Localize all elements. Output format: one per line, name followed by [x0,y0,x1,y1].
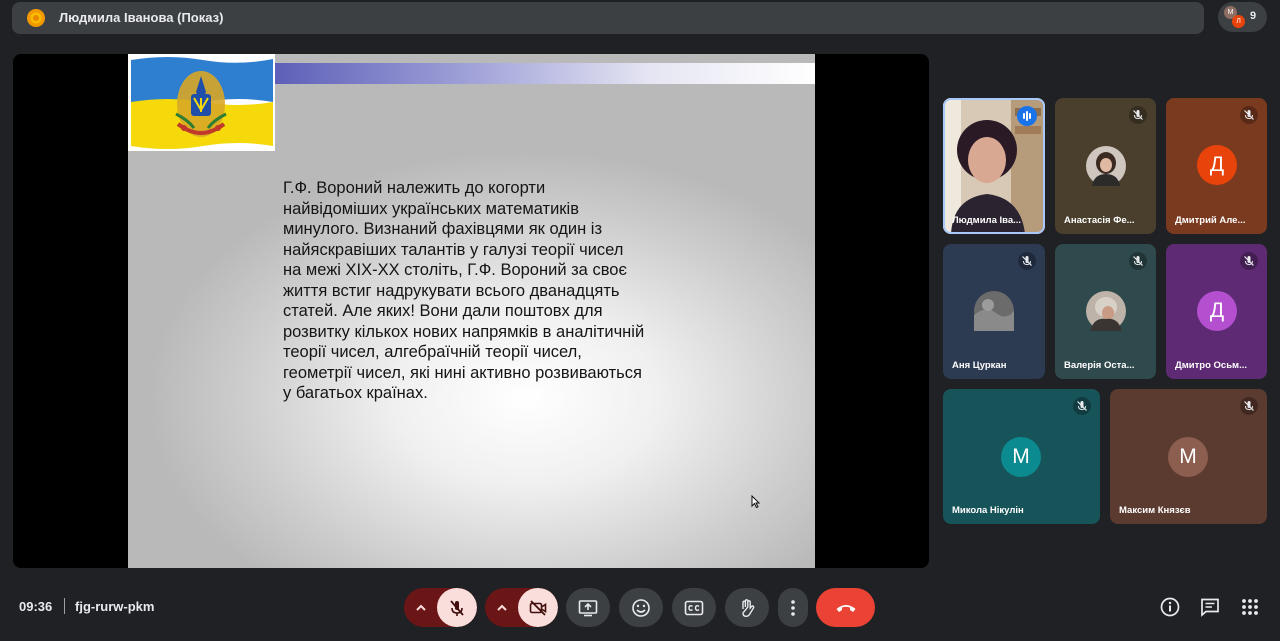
mic-off-icon [1240,397,1258,415]
mic-off-icon [1129,252,1147,270]
camera-control-group [485,588,558,627]
mouse-cursor-icon [751,495,760,508]
mic-off-icon [1240,106,1258,124]
participant-name: Микола Нікулін [952,505,1024,516]
participant-tile[interactable]: Анастасія Фе... [1055,98,1156,234]
mic-control-group [404,588,477,627]
chevron-up-icon [415,604,426,611]
people-count: 9 [1250,10,1257,22]
raise-hand-button[interactable] [725,588,769,627]
speaking-indicator-icon [1017,106,1037,126]
slide-text: Г.Ф. Вороний належить до когорти найвідо… [283,179,645,402]
participant-tile[interactable]: Д Дмитрий Але... [1166,98,1267,234]
present-screen-button[interactable] [566,588,610,627]
participant-tile[interactable]: M Максим Князєв [1110,389,1267,524]
hang-up-icon [836,604,855,612]
people-button[interactable]: М Л 9 [1218,2,1267,32]
participant-name: Людмила Іва... [952,215,1022,226]
present-to-all-icon [578,599,598,616]
leave-call-button[interactable] [816,588,875,627]
participant-avatar: M [1001,437,1041,477]
chevron-up-icon [496,604,507,611]
meeting-details-icon[interactable] [1159,596,1181,618]
divider [64,598,65,614]
activities-grid-icon[interactable] [1239,596,1261,618]
captions-button[interactable] [672,588,716,627]
slide: Г.Ф. Вороний належить до когорти найвідо… [128,54,815,568]
mic-off-icon [1129,106,1147,124]
presenter-title: Людмила Іванова (Показ) [59,10,224,25]
participant-name: Дмитрий Але... [1175,215,1246,226]
participant-avatar: Д [1197,291,1237,331]
participant-tile[interactable]: Аня Цуркан [943,244,1045,379]
reactions-button[interactable] [619,588,663,627]
participant-photo [974,291,1014,331]
mic-off-icon [1240,252,1258,270]
more-options-button[interactable] [778,588,808,627]
chat-icon[interactable] [1199,596,1221,618]
mic-off-icon [450,599,464,616]
audio-options-button[interactable] [404,588,437,627]
participant-photo [1086,146,1126,186]
participant-avatar: M [1168,437,1208,477]
ukraine-flag-emblem-image [128,54,275,151]
camera-off-icon [529,599,547,616]
participant-name: Аня Цуркан [952,360,1007,371]
presenter-sun-icon [27,9,45,27]
slide-header-band [274,63,815,84]
participant-tile[interactable]: Валерія Оста... [1055,244,1156,379]
presentation-bar: Людмила Іванова (Показ) [12,2,1204,34]
meeting-code: fjg-rurw-pkm [75,599,155,614]
closed-captions-icon [684,600,704,615]
participant-name: Валерія Оста... [1064,360,1135,371]
mic-off-icon [1018,252,1036,270]
mini-avatar: Л [1232,15,1245,28]
participant-name: Максим Князєв [1119,505,1191,516]
participant-tile[interactable]: Людмила Іва... [943,98,1045,234]
mic-toggle-button[interactable] [437,588,477,627]
mic-off-icon [1073,397,1091,415]
clock: 09:36 [19,599,53,614]
participant-name: Дмитро Осьм... [1175,360,1247,371]
participant-name: Анастасія Фе... [1064,215,1135,226]
hand-icon [742,598,755,617]
participant-tile[interactable]: Д Дмитро Осьм... [1166,244,1267,379]
camera-toggle-button[interactable] [518,588,558,627]
emoji-icon [632,598,650,617]
participant-photo [1086,291,1126,331]
more-vertical-icon [791,599,795,616]
participant-avatar: Д [1197,145,1237,185]
video-options-button[interactable] [485,588,518,627]
presentation-stage: Г.Ф. Вороний належить до когорти найвідо… [13,54,929,568]
participant-tile[interactable]: M Микола Нікулін [943,389,1100,524]
